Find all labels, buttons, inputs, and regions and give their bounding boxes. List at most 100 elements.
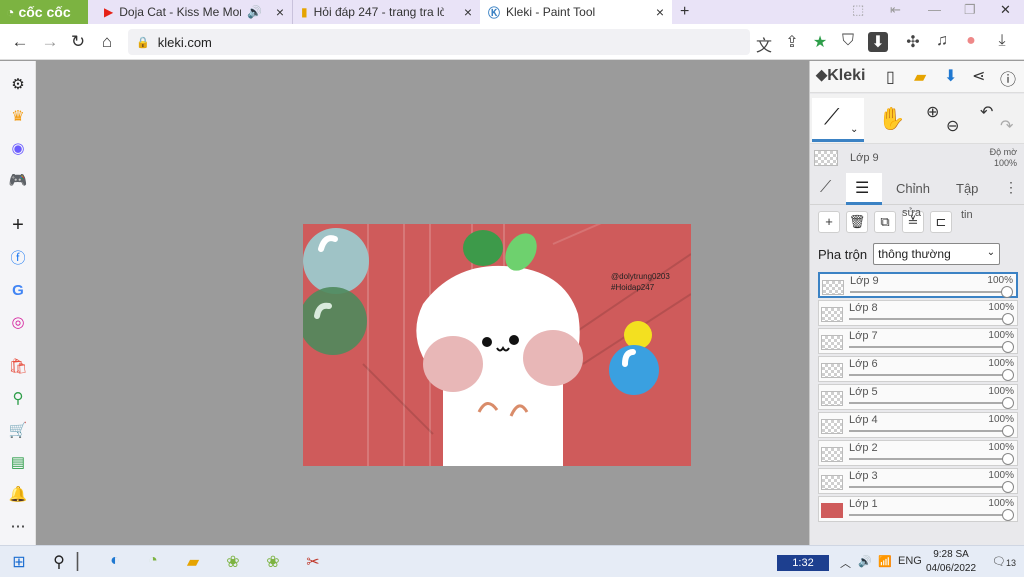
- screenshot-icon[interactable]: ⬚: [852, 2, 864, 18]
- undo-icon[interactable]: ↶: [980, 102, 993, 122]
- tab-edit[interactable]: Chỉnh: [896, 181, 930, 196]
- extensions-icon[interactable]: ✣: [903, 32, 923, 52]
- facebook-icon[interactable]: ⓕ: [8, 249, 28, 269]
- file-explorer-icon[interactable]: ▰: [182, 552, 204, 572]
- close-tab-icon[interactable]: ×: [464, 4, 472, 20]
- tab-kleki[interactable]: Ⓚ Kleki - Paint Tool ×: [480, 0, 672, 24]
- speaker-icon[interactable]: 🔊: [247, 5, 262, 19]
- crown-icon[interactable]: ♛: [8, 107, 28, 127]
- layer-row[interactable]: Lớp 4 100%: [818, 412, 1018, 438]
- back-icon[interactable]: ←: [10, 32, 30, 52]
- layer-opacity-slider[interactable]: [849, 458, 1009, 460]
- app-icon-2[interactable]: ❀: [262, 552, 284, 572]
- kleki-logo[interactable]: ⬥Kleki: [816, 67, 865, 85]
- layer-row[interactable]: Lớp 1 100%: [818, 496, 1018, 522]
- home-icon[interactable]: ⌂: [97, 32, 117, 52]
- layer-opacity-knob[interactable]: [1002, 397, 1014, 409]
- layer-opacity-knob[interactable]: [1001, 286, 1013, 298]
- maximize-icon[interactable]: ❐: [964, 2, 976, 18]
- map-icon[interactable]: ⚲: [8, 389, 28, 409]
- layer-opacity-slider[interactable]: [849, 430, 1009, 432]
- reload-icon[interactable]: ↻: [68, 32, 88, 52]
- edge-icon[interactable]: ◐: [104, 552, 126, 570]
- tab-youtube[interactable]: ▶ Doja Cat - Kiss Me More 🔊 ×: [96, 0, 292, 24]
- chevron-up-icon[interactable]: ︿: [840, 555, 851, 571]
- new-tab-button[interactable]: +: [672, 0, 696, 24]
- forward-icon[interactable]: →: [40, 32, 60, 52]
- layer-row[interactable]: Lớp 7 100%: [818, 328, 1018, 354]
- profile-avatar-icon[interactable]: ●: [961, 32, 981, 50]
- open-folder-icon[interactable]: ▰: [914, 67, 926, 87]
- clock[interactable]: 9:28 SA 04/06/2022: [920, 548, 982, 576]
- layer-row[interactable]: Lớp 8 100%: [818, 300, 1018, 326]
- share-icon[interactable]: ⇪: [782, 32, 802, 52]
- minimize-icon[interactable]: —: [928, 2, 941, 17]
- layer-opacity-slider[interactable]: [849, 318, 1009, 320]
- delete-layer-icon[interactable]: 🗑: [846, 211, 868, 233]
- notification-icon[interactable]: 🗨: [992, 555, 1006, 568]
- grid-icon[interactable]: ▤: [8, 453, 28, 473]
- redo-icon[interactable]: ↷: [1000, 116, 1013, 136]
- close-window-icon[interactable]: ✕: [1000, 2, 1011, 18]
- battery-indicator[interactable]: 1:32: [777, 555, 829, 571]
- shield-icon[interactable]: ⛉: [838, 32, 858, 50]
- app-icon-1[interactable]: ❀: [222, 552, 244, 572]
- coccoc-brand[interactable]: ◔ cốc cốc: [0, 0, 88, 24]
- hand-icon[interactable]: ✋: [878, 106, 905, 132]
- layer-opacity-knob[interactable]: [1002, 481, 1014, 493]
- windows-start-icon[interactable]: ⊞: [8, 552, 30, 572]
- music-icon[interactable]: ♫: [932, 32, 952, 50]
- download-icon[interactable]: ⬇: [868, 32, 888, 52]
- bell-icon[interactable]: 🔔: [8, 485, 28, 505]
- layer-opacity-knob[interactable]: [1002, 369, 1014, 381]
- bookmark-star-icon[interactable]: ★: [810, 32, 830, 52]
- layer-opacity-knob[interactable]: [1002, 509, 1014, 521]
- coccoc-icon[interactable]: ◔: [142, 552, 164, 570]
- duplicate-layer-icon[interactable]: ⧉: [874, 211, 896, 233]
- layer-row[interactable]: Lớp 9 100%: [818, 272, 1018, 298]
- rename-layer-icon[interactable]: ⊏: [930, 211, 952, 233]
- download-icon[interactable]: ⬇: [944, 66, 957, 86]
- layer-opacity-knob[interactable]: [1002, 313, 1014, 325]
- layer-opacity-slider[interactable]: [849, 486, 1009, 488]
- layer-opacity-slider[interactable]: [849, 374, 1009, 376]
- layer-opacity-knob[interactable]: [1002, 341, 1014, 353]
- layer-row[interactable]: Lớp 6 100%: [818, 356, 1018, 382]
- new-file-icon[interactable]: ▯: [886, 67, 895, 87]
- app-icon-3[interactable]: ✂: [302, 552, 324, 572]
- add-layer-icon[interactable]: +: [818, 211, 840, 233]
- messenger-icon[interactable]: ◉: [8, 139, 28, 159]
- add-icon[interactable]: +: [8, 215, 28, 235]
- brush-tool-button[interactable]: ⟋ ⌄: [812, 98, 864, 142]
- layer-opacity-slider[interactable]: [849, 346, 1009, 348]
- tab-hoidap[interactable]: ▮ Hỏi đáp 247 - trang tra lời ×: [292, 0, 480, 24]
- blend-mode-select[interactable]: thông thường ⌄: [873, 243, 1001, 265]
- downloads-icon[interactable]: ⤓: [992, 32, 1012, 50]
- layer-opacity-slider[interactable]: [850, 291, 1008, 293]
- layer-opacity-slider[interactable]: [849, 402, 1009, 404]
- translate-icon[interactable]: 文: [754, 32, 774, 56]
- speaker-icon[interactable]: 🔊: [858, 555, 872, 568]
- layer-row[interactable]: Lớp 3 100%: [818, 468, 1018, 494]
- url-field[interactable]: 🔒 kleki.com: [128, 29, 750, 55]
- zoom-out-icon[interactable]: ⊖: [946, 116, 959, 136]
- layer-opacity-knob[interactable]: [1002, 453, 1014, 465]
- shopping-icon[interactable]: 🛍: [8, 357, 28, 377]
- google-icon[interactable]: G: [8, 281, 28, 301]
- more-icon[interactable]: ⋯: [8, 517, 28, 537]
- layer-row[interactable]: Lớp 2 100%: [818, 440, 1018, 466]
- layer-opacity-knob[interactable]: [1002, 425, 1014, 437]
- share-icon[interactable]: ⋖: [972, 66, 985, 86]
- more-icon[interactable]: ⋮: [1004, 179, 1018, 196]
- settings-icon[interactable]: ⚙: [8, 75, 28, 95]
- back-tab-icon[interactable]: ⇤: [890, 2, 901, 18]
- instagram-icon[interactable]: ◎: [8, 313, 28, 333]
- cart-icon[interactable]: 🛒: [8, 421, 28, 441]
- search-icon[interactable]: ⚲: [48, 552, 70, 572]
- chevron-down-icon[interactable]: ⌄: [850, 124, 858, 135]
- zoom-in-icon[interactable]: ⊕: [926, 102, 939, 122]
- tab-layers[interactable]: ☰: [846, 173, 882, 205]
- layer-opacity-slider[interactable]: [849, 514, 1009, 516]
- close-tab-icon[interactable]: ×: [656, 4, 664, 20]
- drawing-canvas[interactable]: @dolytrung0203 #Hoidap247: [303, 224, 691, 466]
